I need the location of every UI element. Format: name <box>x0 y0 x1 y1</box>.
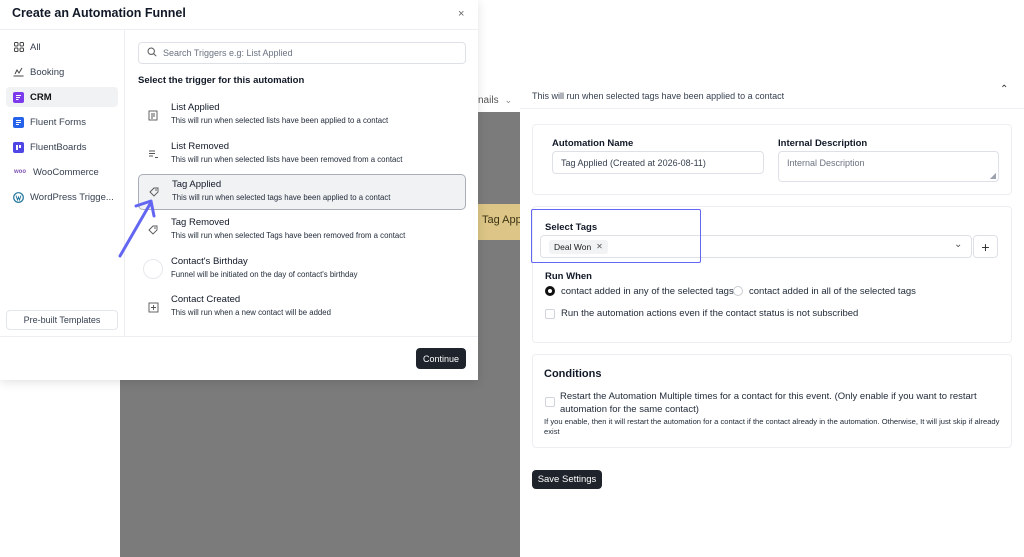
trigger-tag-removed[interactable]: Tag Removed This will run when selected … <box>138 213 466 249</box>
trigger-settings-panel: This will run when selected tags have be… <box>520 84 1024 557</box>
continue-button[interactable]: Continue <box>416 348 466 369</box>
trigger-contact-birthday[interactable]: Contact's Birthday Funnel will be initia… <box>138 252 466 288</box>
automation-name-label: Automation Name <box>552 138 634 149</box>
list-add-icon <box>146 108 160 122</box>
chevron-down-icon: ⌄ <box>504 95 513 105</box>
modal-title: Create an Automation Funnel <box>12 6 186 20</box>
category-woocommerce[interactable]: woo WooCommerce <box>6 162 118 182</box>
restart-label: Restart the Automation Multiple times fo… <box>560 391 977 415</box>
highlight-box <box>531 209 701 263</box>
close-icon[interactable]: × <box>458 8 464 20</box>
background-emails-tab: nails ⌄ <box>478 95 513 106</box>
category-wordpress[interactable]: WordPress Trigge... <box>6 187 118 207</box>
grid-icon <box>13 42 24 53</box>
run-when-label: Run When <box>545 271 592 282</box>
woocommerce-icon: woo <box>14 169 26 175</box>
trigger-list-removed[interactable]: List Removed This will run when selected… <box>138 137 466 173</box>
fluent-forms-icon <box>13 116 24 128</box>
screen: nails ⌄ Tag App This will run when select… <box>0 0 1024 557</box>
background-tag-pill: Tag App <box>478 204 524 240</box>
run-unsubscribed-checkbox[interactable] <box>545 309 555 319</box>
category-crm[interactable]: CRM <box>6 87 118 107</box>
radio-all-tags-label: contact added in all of the selected tag… <box>749 286 916 297</box>
list-remove-icon <box>146 147 160 161</box>
birthday-icon <box>143 259 163 279</box>
booking-icon <box>13 67 24 78</box>
category-booking[interactable]: Booking <box>6 62 118 82</box>
chevron-up-icon[interactable]: ⌃ <box>1000 84 1008 95</box>
category-fluentboards[interactable]: FluentBoards <box>6 137 118 157</box>
divider <box>520 108 1024 109</box>
save-settings-button[interactable]: Save Settings <box>532 470 602 489</box>
radio-all-tags[interactable] <box>733 286 743 296</box>
trigger-list-applied[interactable]: List Applied This will run when selected… <box>138 98 466 134</box>
fluentboards-icon <box>13 141 24 153</box>
trigger-heading: Select the trigger for this automation <box>138 75 305 86</box>
chevron-down-icon[interactable]: ⌄ <box>954 239 962 250</box>
radio-any-tags[interactable] <box>545 286 555 296</box>
search-icon <box>147 46 157 60</box>
conditions-title: Conditions <box>544 368 602 380</box>
restart-checkbox[interactable] <box>545 397 555 407</box>
internal-description-label: Internal Description <box>778 138 868 149</box>
trigger-tag-applied[interactable]: Tag Applied This will run when selected … <box>138 174 466 210</box>
create-automation-modal: Create an Automation Funnel × All Bookin… <box>0 0 478 380</box>
category-all[interactable]: All <box>6 37 118 57</box>
add-tag-button[interactable]: + <box>973 235 998 258</box>
trigger-description: This will run when selected tags have be… <box>532 91 785 101</box>
divider <box>0 336 478 337</box>
search-triggers-input[interactable]: Search Triggers e.g: List Applied <box>138 42 466 64</box>
trigger-contact-created[interactable]: Contact Created This will run when a new… <box>138 290 466 326</box>
run-unsubscribed-label: Run the automation actions even if the c… <box>561 308 859 319</box>
annotation-arrow-icon <box>118 199 156 258</box>
radio-any-tags-label: contact added in any of the selected tag… <box>561 286 734 297</box>
automation-name-input[interactable]: Tag Applied (Created at 2026-08-11) <box>552 151 764 174</box>
contact-add-icon <box>146 300 160 314</box>
restart-help-text: If you enable, then it will restart the … <box>544 417 1000 436</box>
crm-icon <box>13 91 24 103</box>
internal-description-input[interactable]: Internal Description ◢ <box>778 151 999 182</box>
resize-handle-icon[interactable]: ◢ <box>990 171 996 180</box>
wordpress-icon <box>13 191 24 203</box>
category-fluent-forms[interactable]: Fluent Forms <box>6 112 118 132</box>
prebuilt-templates-button[interactable]: Pre-built Templates <box>6 310 118 330</box>
